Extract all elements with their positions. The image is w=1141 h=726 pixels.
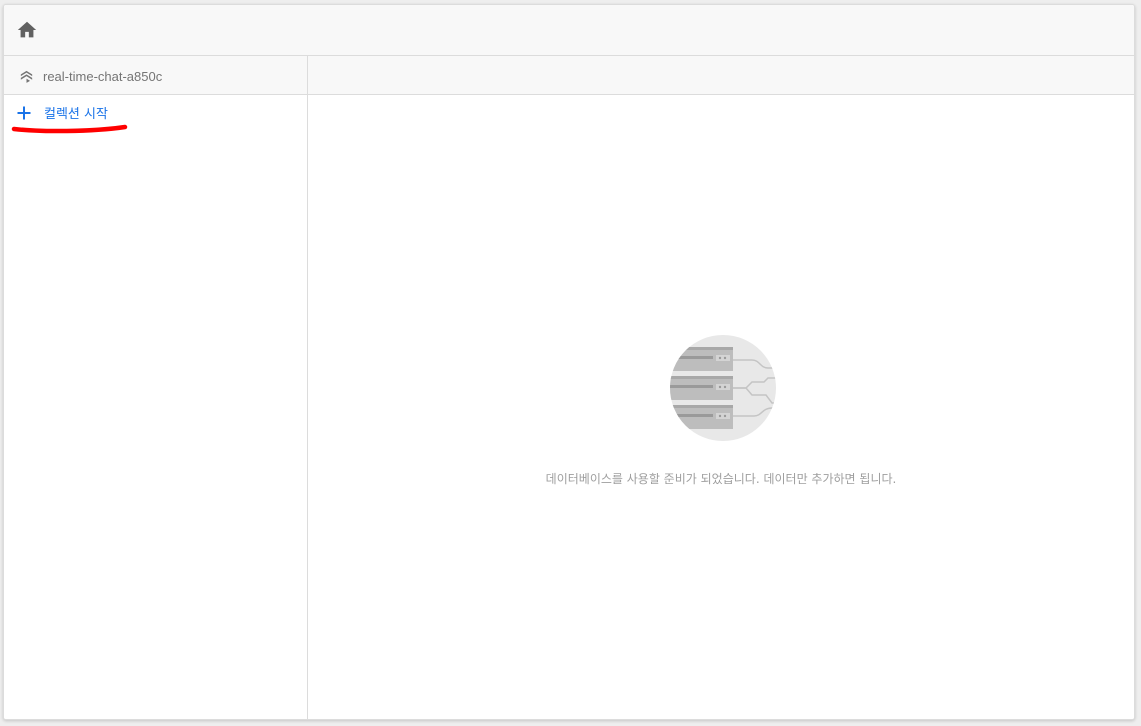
breadcrumb-bar: real-time-chat-a850c	[4, 56, 1134, 95]
firestore-icon	[20, 70, 33, 83]
column-divider	[307, 56, 308, 94]
collections-panel: 컬렉션 시작	[4, 95, 308, 719]
start-collection-button[interactable]: 컬렉션 시작	[16, 103, 108, 122]
home-icon	[17, 21, 37, 38]
breadcrumb-project[interactable]: real-time-chat-a850c	[18, 66, 162, 86]
project-name: real-time-chat-a850c	[43, 68, 163, 84]
home-button[interactable]	[16, 19, 38, 41]
plus-icon	[17, 106, 31, 119]
start-collection-label: 컬렉션 시작	[44, 107, 108, 122]
documents-panel: 데이터베이스를 사용할 준비가 되었습니다. 데이터만 추가하면 됩니다.	[308, 95, 1134, 719]
database-servers-illustration	[670, 335, 776, 441]
empty-database-message: 데이터베이스를 사용할 준비가 되었습니다. 데이터만 추가하면 됩니다.	[545, 472, 897, 486]
red-underline-annotation	[11, 124, 128, 134]
top-toolbar	[4, 5, 1134, 56]
firestore-console-panel: real-time-chat-a850c 컬렉션 시작 데이터베이스를 사용할 …	[3, 4, 1135, 720]
